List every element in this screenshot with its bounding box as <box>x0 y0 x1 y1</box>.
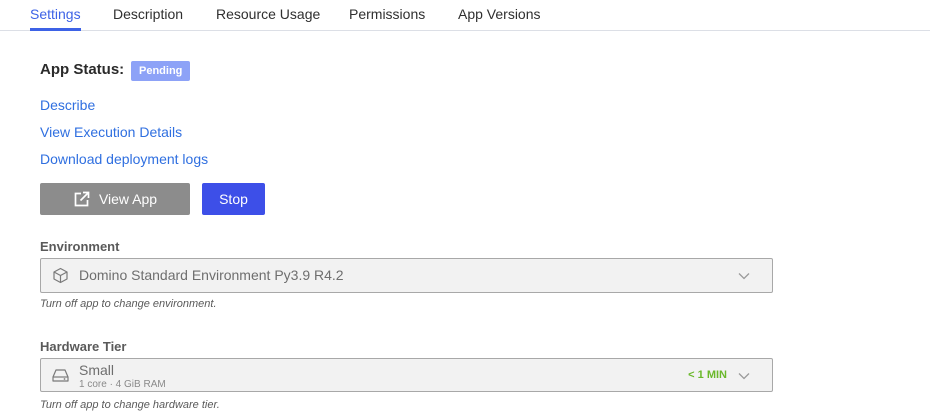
view-execution-details-link[interactable]: View Execution Details <box>40 124 182 140</box>
download-deployment-logs-link[interactable]: Download deployment logs <box>40 151 208 167</box>
hard-drive-icon <box>52 369 69 382</box>
cube-icon <box>53 267 68 284</box>
tab-bar: Settings Description Resource Usage Perm… <box>0 0 930 31</box>
external-link-icon <box>74 191 90 206</box>
tab-settings[interactable]: Settings <box>30 6 81 22</box>
view-app-label: View App <box>98 191 158 207</box>
stop-label: Stop <box>219 191 248 207</box>
environment-select[interactable]: Domino Standard Environment Py3.9 R4.2 <box>40 258 773 293</box>
environment-hint: Turn off app to change environment. <box>40 298 217 310</box>
view-app-button[interactable]: View App <box>40 183 190 215</box>
environment-label: Environment <box>40 239 120 254</box>
hardware-tier-specs: 1 core · 4 GiB RAM <box>79 379 166 390</box>
hardware-start-time: < 1 MIN <box>688 369 727 381</box>
tab-permissions[interactable]: Permissions <box>349 6 425 22</box>
chevron-down-icon <box>738 273 750 280</box>
stop-button[interactable]: Stop <box>202 183 265 215</box>
describe-link[interactable]: Describe <box>40 97 95 113</box>
app-status-label: App Status: <box>40 61 125 78</box>
hardware-tier-select[interactable]: Small 1 core · 4 GiB RAM < 1 MIN <box>40 358 773 392</box>
hardware-tier-hint: Turn off app to change hardware tier. <box>40 399 220 411</box>
active-tab-indicator <box>30 28 81 31</box>
hardware-tier-name: Small <box>79 362 115 378</box>
tab-description[interactable]: Description <box>113 6 183 22</box>
chevron-down-icon <box>738 373 750 380</box>
status-badge: Pending <box>131 61 191 81</box>
tab-resource-usage[interactable]: Resource Usage <box>216 6 320 22</box>
environment-value: Domino Standard Environment Py3.9 R4.2 <box>79 267 344 283</box>
hardware-tier-label: Hardware Tier <box>40 339 127 354</box>
tab-app-versions[interactable]: App Versions <box>458 6 541 22</box>
